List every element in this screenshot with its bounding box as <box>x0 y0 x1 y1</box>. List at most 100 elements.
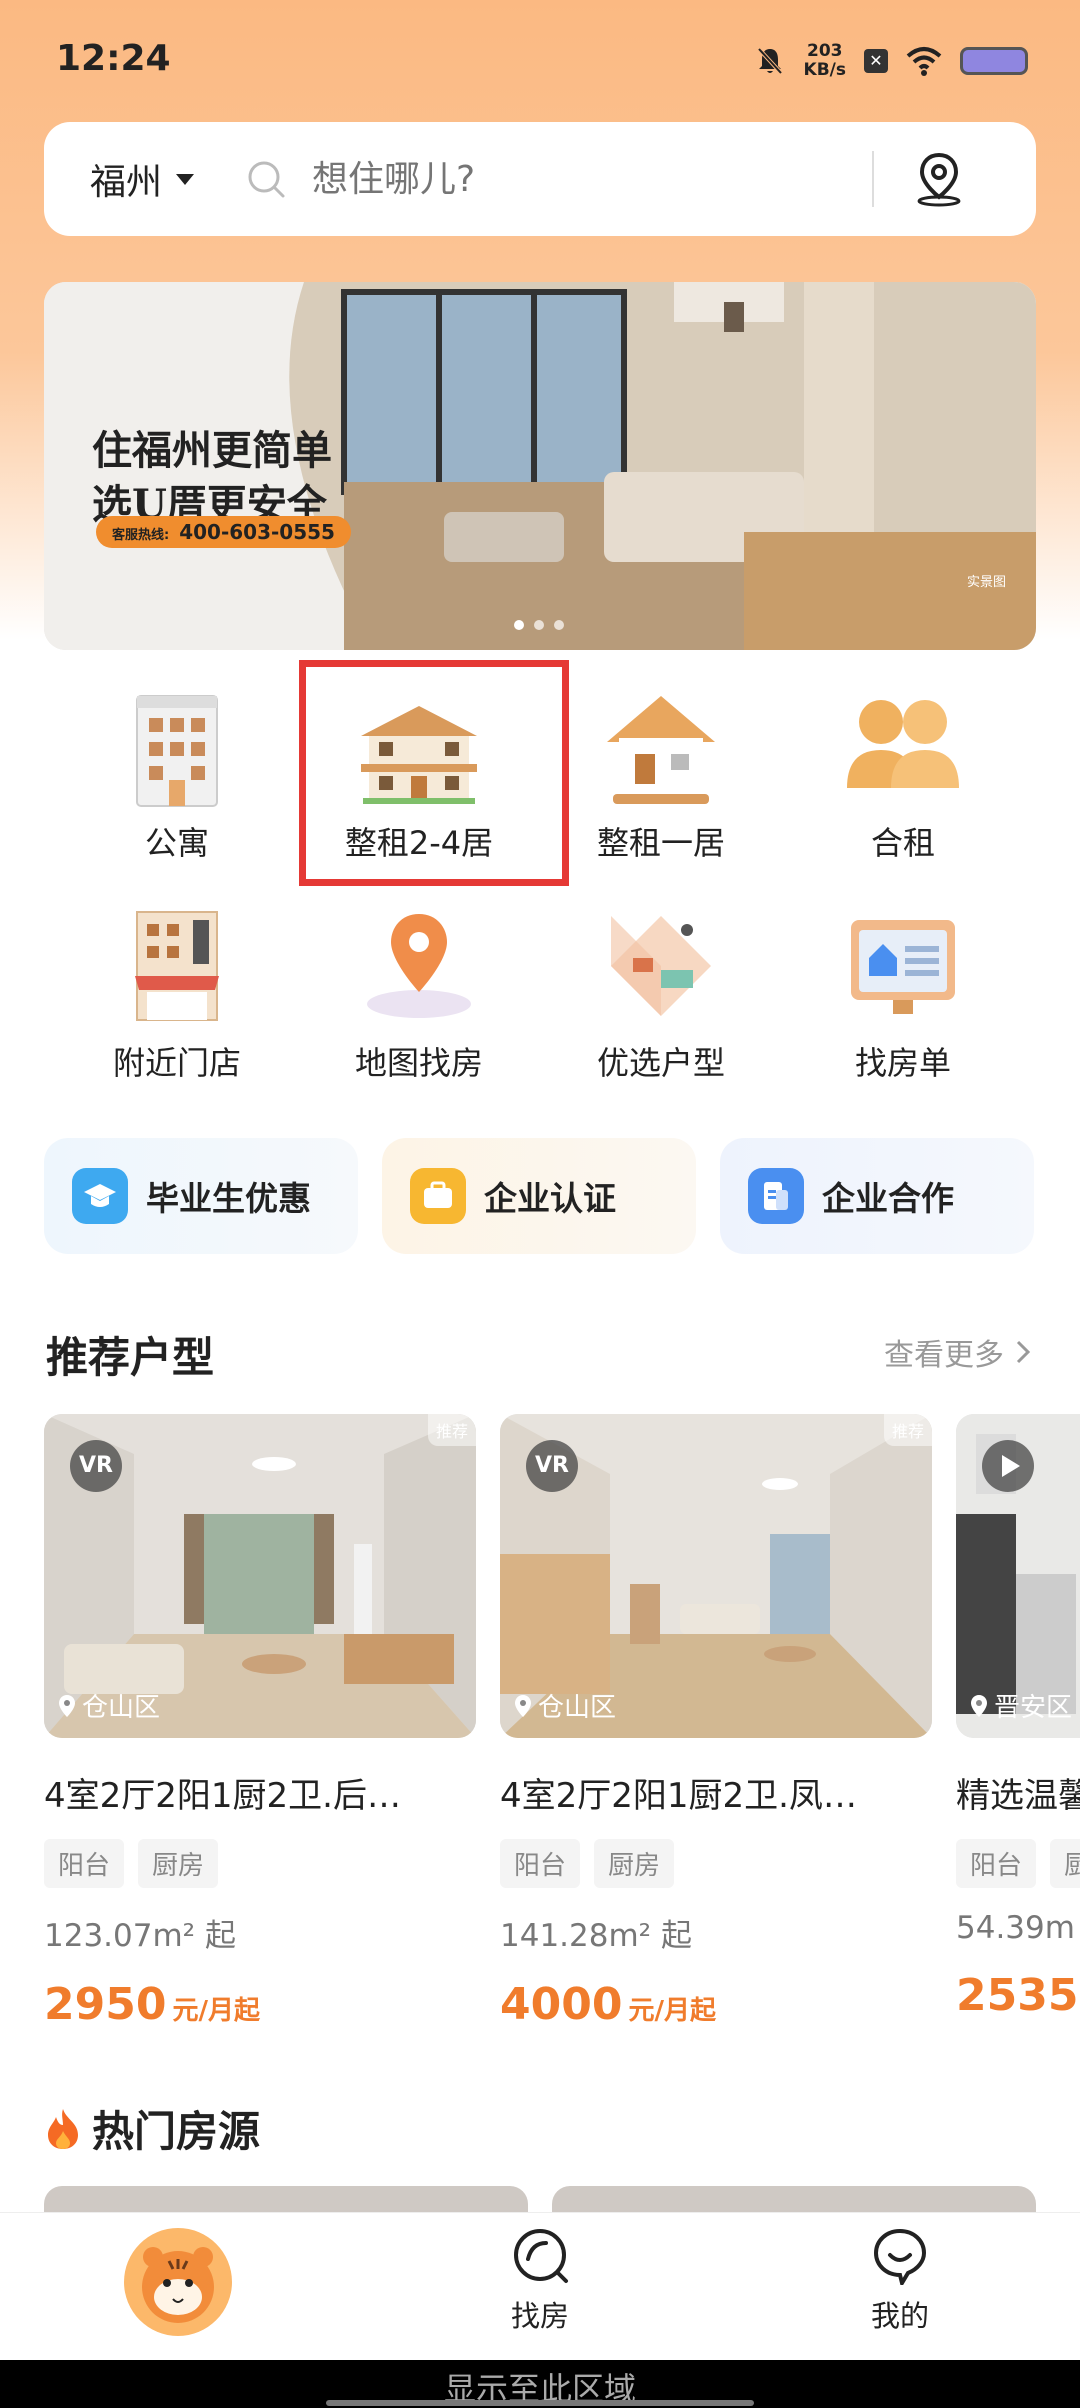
category-label: 公寓 <box>144 824 209 862</box>
pill-label: 企业合作 <box>822 1179 954 1218</box>
city-selector[interactable]: 福州 <box>90 153 195 205</box>
speed-unit: KB/s <box>803 60 846 80</box>
banner-pager <box>514 620 564 630</box>
category-apartment[interactable]: 公寓 <box>62 676 292 876</box>
checklist-board-icon <box>851 920 955 1014</box>
hotline-label: 客服热线: <box>112 528 170 543</box>
pill-label: 企业认证 <box>484 1179 616 1218</box>
category-whole-rent-1[interactable]: 整租一居 <box>546 676 776 876</box>
listing-title: 精选温馨 <box>956 1776 1080 1816</box>
hotline-number: 400-603-0555 <box>179 520 335 544</box>
listing-tag: 阳台 <box>956 1839 1037 1888</box>
category-nearby-store[interactable]: 附近门店 <box>62 896 292 1096</box>
listing-tag: 阳台 <box>500 1839 581 1888</box>
enterprise-verify-button[interactable]: 企业认证 <box>382 1138 696 1254</box>
listing-area: 141.28m² 起 <box>500 1918 692 1954</box>
location-pin-icon <box>59 1694 75 1717</box>
mute-bell-icon <box>757 47 783 75</box>
see-more-label: 查看更多 <box>884 1338 1004 1373</box>
listing-tags: 阳台 厨房 <box>44 1839 476 1888</box>
price-value: 4000 <box>500 1979 623 2030</box>
category-label: 附近门店 <box>112 1044 241 1082</box>
listing-location: 仓山区 <box>58 1687 160 1724</box>
hot-section-header: 热门房源 <box>44 2098 260 2159</box>
chevron-right-icon <box>1016 1340 1031 1364</box>
category-map-search[interactable]: 地图找房 <box>304 896 534 1096</box>
listing-photo: VR 推荐 仓山区 <box>44 1414 476 1738</box>
listing-price: 2950 元/月起 <box>44 1979 476 2030</box>
location-pin-icon <box>917 152 961 207</box>
see-more-link[interactable]: 查看更多 <box>884 1330 1032 1374</box>
gesture-bar: 显示至此区域 <box>0 2360 1080 2408</box>
status-icons: 203 KB/s ✕ <box>754 42 1028 80</box>
pager-dot <box>554 620 564 630</box>
play-icon <box>982 1440 1034 1492</box>
banner-title-line1: 住福州更简单 <box>92 427 332 474</box>
listing-tags: 阳台 厨房 <box>500 1839 932 1888</box>
search-input[interactable] <box>312 158 873 200</box>
listing-photo: 晋安区 <box>956 1414 1080 1738</box>
listing-card[interactable]: 晋安区 精选温馨 阳台 厨 54.39m 2535 元 <box>956 1414 1080 2021</box>
listing-tag: 阳台 <box>44 1839 125 1888</box>
category-label: 合租 <box>870 824 935 862</box>
banner-hotline: 客服热线: 400-603-0555 <box>96 516 351 548</box>
listing-location: 晋安区 <box>970 1687 1072 1724</box>
price-unit: 元/月起 <box>172 1996 260 2026</box>
price-unit: 元/月起 <box>628 1996 716 2026</box>
enterprise-cooperation-button[interactable]: 企业合作 <box>720 1138 1034 1254</box>
document-icon <box>748 1168 804 1224</box>
hot-title: 热门房源 <box>92 2107 261 2156</box>
location-button[interactable] <box>874 122 1004 236</box>
price-value: 2535 <box>956 1970 1079 2021</box>
category-house-list[interactable]: 找房单 <box>788 896 1018 1096</box>
listing-photo: VR 推荐 仓山区 <box>500 1414 932 1738</box>
category-label: 找房单 <box>854 1044 951 1082</box>
nav-mine-label: 我的 <box>870 2299 929 2333</box>
district-label: 晋安区 <box>994 1693 1073 1723</box>
banner-watermark: 实景图 <box>966 575 1006 590</box>
nav-find-house[interactable]: 找房 <box>440 2225 640 2335</box>
single-house-icon <box>607 696 715 804</box>
two-people-icon <box>847 700 959 788</box>
promo-banner[interactable]: 住福州更简单 选U厝更安全 客服热线: 400-603-0555 实景图 <box>44 282 1036 650</box>
bottom-nav: 找房 我的 <box>0 2212 1080 2360</box>
category-label: 地图找房 <box>354 1044 483 1082</box>
pill-label: 毕业生优惠 <box>146 1179 311 1218</box>
district-label: 仓山区 <box>82 1693 161 1723</box>
caret-down-icon <box>176 173 195 185</box>
room-layout-icon <box>611 916 711 1016</box>
status-time: 12:24 <box>56 38 171 79</box>
vr-badge: VR <box>70 1440 122 1492</box>
recommend-tag: 推荐 <box>883 1414 932 1446</box>
category-label: 整租一居 <box>596 824 725 862</box>
listing-card[interactable]: VR 推荐 仓山区 4室2厅2阳1厨2卫.凤… 阳台 厨房 141.28m² 起… <box>500 1414 932 2030</box>
wifi-icon <box>906 47 942 76</box>
notification-x-icon: ✕ <box>864 49 888 73</box>
graduate-discount-button[interactable]: 毕业生优惠 <box>44 1138 358 1254</box>
recommend-tag: 推荐 <box>427 1414 476 1446</box>
map-pin-icon <box>367 914 471 1018</box>
listing-card-partial-clip: 晋安区 精选温馨 阳台 厨 54.39m 2535 元 <box>956 1414 1080 2054</box>
pager-dot <box>534 620 544 630</box>
listing-area: 123.07m² 起 <box>44 1918 236 1954</box>
status-bar: 12:24 203 KB/s ✕ <box>0 0 1080 120</box>
network-speed: 203 KB/s <box>804 42 846 80</box>
nav-home-mascot[interactable] <box>78 2227 278 2341</box>
listing-card[interactable]: VR 推荐 仓山区 4室2厅2阳1厨2卫.后… 阳台 厨房 123.07m² 起… <box>44 1414 476 2030</box>
tiger-mascot-icon <box>124 2228 232 2336</box>
profile-smile-icon <box>873 2228 927 2289</box>
battery-icon <box>960 47 1028 75</box>
listing-price: 4000 元/月起 <box>500 1979 932 2030</box>
highlight-box <box>299 660 569 886</box>
home-indicator[interactable] <box>326 2400 754 2406</box>
search-chat-icon <box>514 2229 568 2283</box>
search-bar: 福州 <box>44 122 1036 236</box>
fire-icon <box>48 2108 78 2149</box>
price-value: 2950 <box>44 1979 167 2030</box>
listing-location: 仓山区 <box>514 1687 616 1724</box>
nav-mine[interactable]: 我的 <box>800 2225 1000 2335</box>
category-preferred-layout[interactable]: 优选户型 <box>546 896 776 1096</box>
briefcase-icon <box>410 1168 466 1224</box>
category-shared-rent[interactable]: 合租 <box>788 676 1018 876</box>
search-icon <box>248 161 285 198</box>
